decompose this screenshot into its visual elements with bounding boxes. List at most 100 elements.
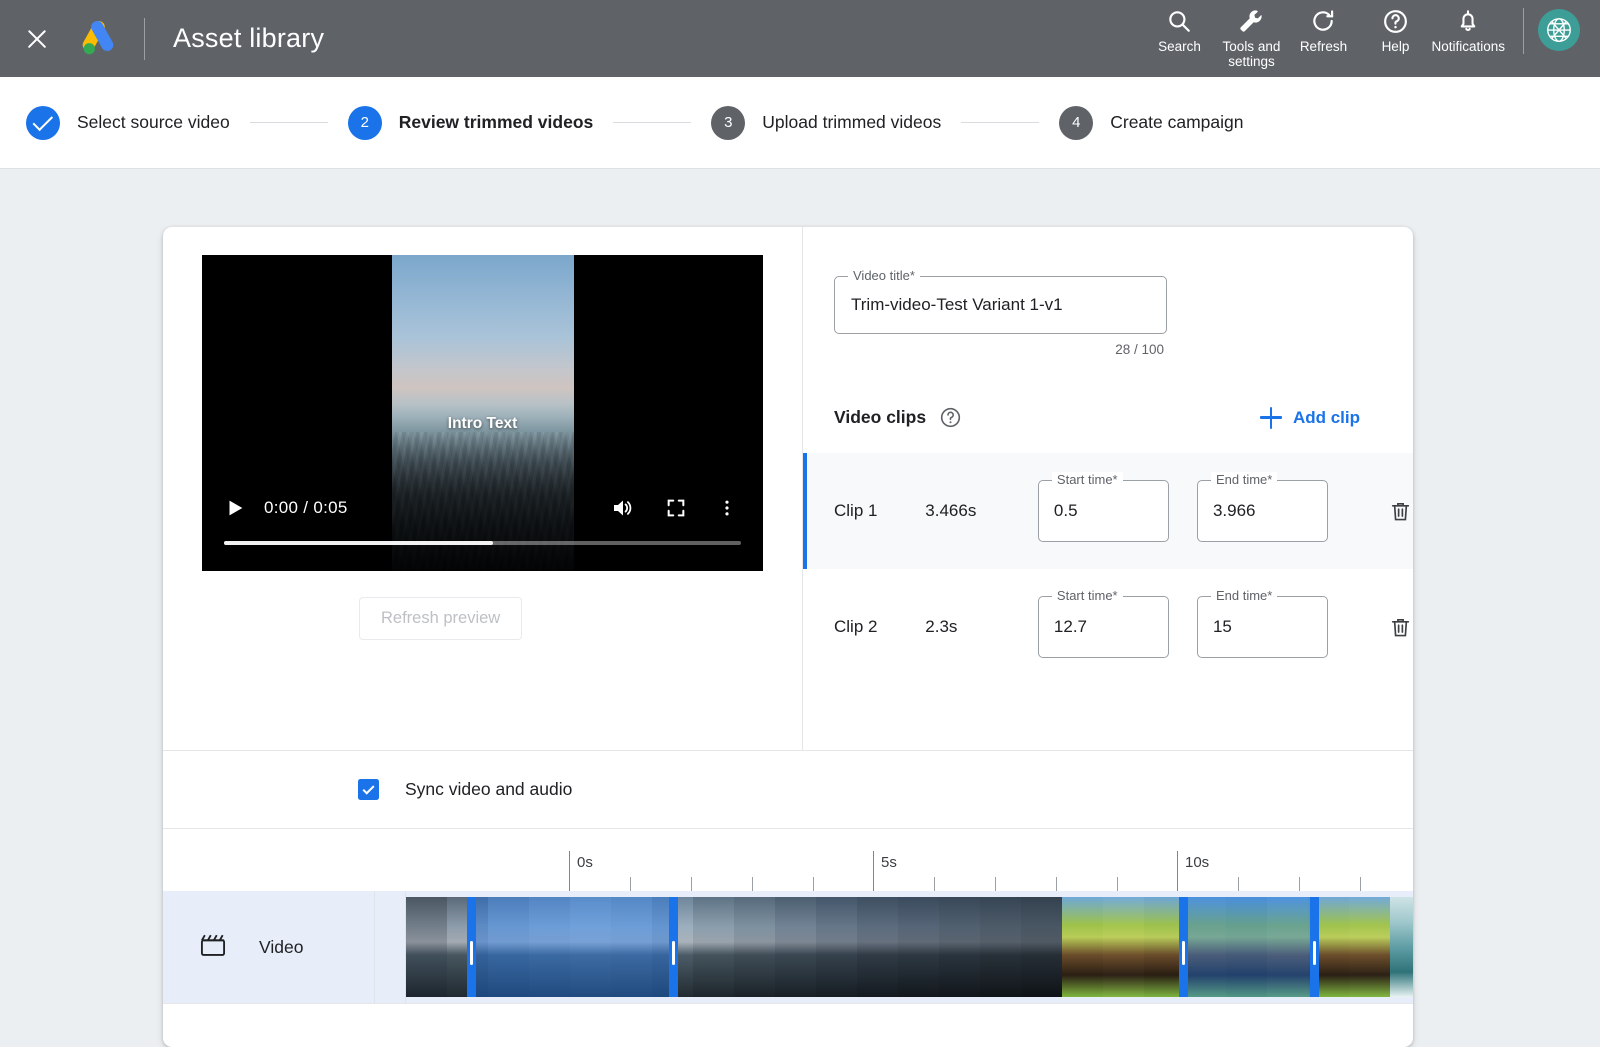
refresh-preview-button[interactable]: Refresh preview [359,597,523,640]
notifications-button[interactable]: Notifications [1431,0,1505,54]
video-track-row: Video [163,891,1413,1003]
progress-fill [224,541,493,545]
video-title-field-group: Video title* Trim-video-Test Variant 1-v… [834,268,1167,357]
avatar[interactable] [1538,9,1580,51]
card-top-section: Intro Text 0:00 / 0:05 Refresh preview V… [163,227,1413,750]
plus-icon [1259,406,1282,429]
actions-divider [1523,8,1524,54]
close-icon[interactable] [22,24,52,54]
preview-panel: Intro Text 0:00 / 0:05 Refresh preview [163,227,803,750]
clip-duration: 2.3s [925,617,958,636]
step-2-number: 2 [347,105,382,140]
timeline-selection-clip-1[interactable] [467,897,678,997]
sync-checkbox[interactable] [358,779,379,800]
search-button[interactable]: Search [1143,0,1215,54]
step-create-campaign[interactable]: 4 Create campaign [1059,105,1244,140]
fullscreen-icon[interactable] [665,497,687,519]
ruler-tick-minor [813,877,814,891]
help-button[interactable]: Help [1359,0,1431,54]
step-4-number: 4 [1059,105,1094,140]
end-time-label: End time* [1210,472,1278,487]
step-connector [613,122,692,123]
top-app-bar: Asset library Search Tools and settings [0,0,1600,77]
wrench-icon [1237,6,1265,36]
step-review-trimmed-videos[interactable]: 2 Review trimmed videos [347,105,594,140]
add-clip-button[interactable]: Add clip [1259,406,1382,429]
add-clip-label: Add clip [1292,407,1360,427]
ruler-tick-minor [995,877,996,891]
clip-duration: 3.466s [925,501,977,520]
step-connector [249,122,328,123]
ruler-tick-minor [1360,877,1361,891]
google-ads-logo [80,20,116,58]
help-circle-icon [1382,6,1409,36]
end-time-label: End time* [1210,588,1278,603]
video-title-label: Video title* [848,268,920,283]
search-label: Search [1158,39,1201,54]
tools-and-settings-button[interactable]: Tools and settings [1215,0,1287,69]
tools-and-settings-label: Tools and settings [1222,39,1281,69]
start-time-value: 12.7 [1053,617,1088,636]
step-1-label: Select source video [77,112,230,132]
ruler-tick-minor [630,877,631,891]
review-card: Intro Text 0:00 / 0:05 Refresh preview V… [163,227,1413,1047]
bell-icon [1455,6,1481,36]
video-player[interactable]: Intro Text 0:00 / 0:05 [202,255,763,571]
ruler-tick-label: 10s [1185,854,1210,871]
start-time-value: 0.5 [1053,501,1078,520]
sync-label: Sync video and audio [405,779,573,799]
clip-start-time-input[interactable]: Start time* 12.7 [1037,588,1169,658]
video-track-label: Video [259,936,304,957]
player-controls: 0:00 / 0:05 [202,491,763,525]
ruler-tick-minor [691,877,692,891]
video-clips-heading: Video clips [834,407,927,427]
volume-icon[interactable] [611,496,635,520]
table-row[interactable]: Clip 2 2.3s Start time* 12.7 End time* 1… [803,569,1413,685]
video-track-header: Video [163,891,375,1003]
ruler-tick-minor [1299,877,1300,891]
ruler-tick-label: 5s [881,854,897,871]
clip-name: Clip 2 [834,617,878,636]
clip-list: Clip 1 3.466s Start time* 0.5 End time* … [803,453,1413,685]
help-label: Help [1381,39,1410,54]
trash-icon[interactable] [1388,615,1413,640]
clip-start-time-input[interactable]: Start time* 0.5 [1037,472,1169,542]
end-time-value: 3.966 [1212,501,1256,520]
ruler-tick-minor [1238,877,1239,891]
trash-icon[interactable] [1388,499,1413,524]
step-2-label: Review trimmed videos [398,112,594,132]
ruler-tick-minor [934,877,935,891]
search-icon [1166,6,1192,36]
video-track-body[interactable] [406,891,1413,1003]
start-time-label: Start time* [1051,588,1123,603]
step-3-label: Upload trimmed videos [762,112,942,132]
timeline: 0s 5s 10s 16s [163,828,1413,1004]
header-divider [144,17,145,60]
notifications-label: Notifications [1431,39,1505,54]
step-upload-trimmed-videos[interactable]: 3 Upload trimmed videos [711,105,942,140]
clip-name: Clip 1 [834,501,878,520]
video-title-value: Trim-video-Test Variant 1-v1 [851,295,1063,314]
step-3-number: 3 [711,105,746,140]
page-title: Asset library [173,23,325,53]
clapperboard-icon [199,932,227,963]
help-circle-icon[interactable] [939,406,962,429]
more-vertical-icon[interactable] [717,497,737,519]
play-icon[interactable] [224,497,246,519]
clip-end-time-input[interactable]: End time* 15 [1196,588,1329,658]
sync-video-audio-row: Sync video and audio [163,750,1413,828]
table-row[interactable]: Clip 1 3.466s Start time* 0.5 End time* … [803,453,1413,569]
step-1-check-icon [26,105,60,140]
time-display: 0:00 / 0:05 [264,498,348,517]
top-actions: Search Tools and settings Refresh Help N… [1143,0,1600,77]
clip-end-time-input[interactable]: End time* 3.966 [1196,472,1329,542]
track-gutter [375,891,406,1003]
ruler-tick-label: 0s [577,854,593,871]
timeline-selection-clip-2[interactable] [1179,897,1319,997]
video-clips-header: Video clips Add clip [834,406,1382,429]
progress-bar[interactable] [224,541,741,545]
refresh-button[interactable]: Refresh [1287,0,1359,54]
character-counter: 28 / 100 [1115,342,1164,357]
step-select-source-video[interactable]: Select source video [26,105,230,140]
video-title-input[interactable]: Video title* Trim-video-Test Variant 1-v… [834,268,1167,334]
